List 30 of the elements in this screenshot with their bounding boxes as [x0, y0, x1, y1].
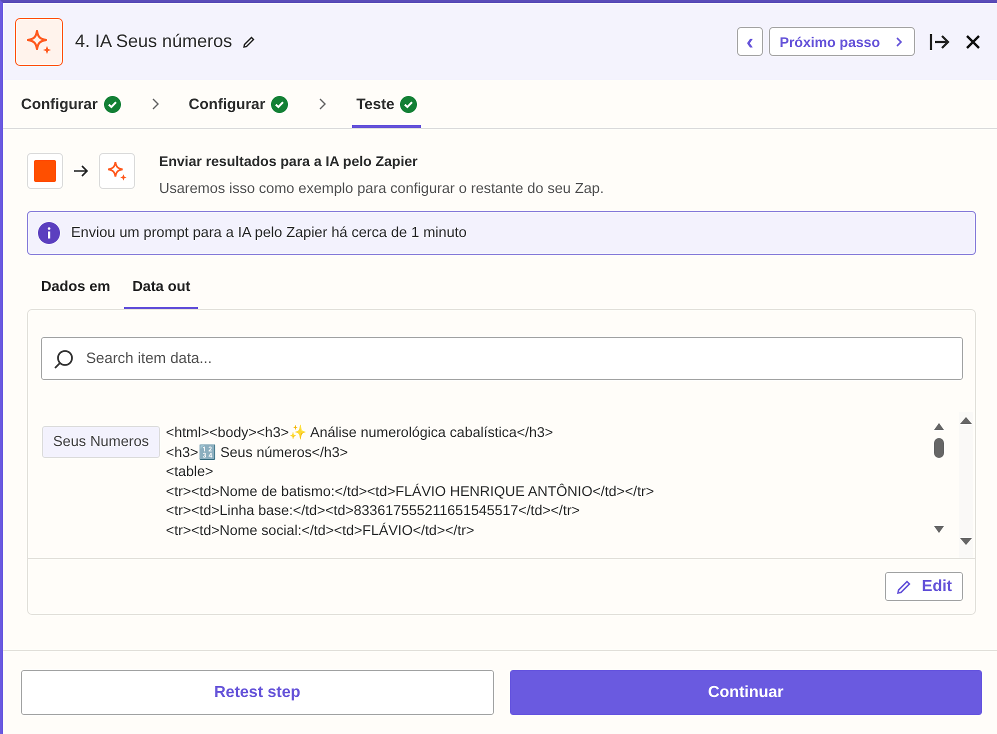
sparkle-app-icon [99, 153, 135, 189]
edit-button[interactable]: Edit [884, 572, 963, 601]
pencil-icon [896, 578, 912, 594]
data-tab[interactable]: Dados em [33, 273, 118, 309]
next-step-button[interactable]: Próximo passo [768, 27, 915, 56]
field-value-text: <html><body><h3>✨ Análise numerológica cabalística</h3> <h3>🔢 Seus números</h3> <table> <tr><td>Nome de batismo:</td><td>FLÁVIO HENRIQUE ANTÔNIO</td></tr> <tr><td>Linha base:</td><td>833617555211651545517</td></tr> <tr><td>Nome social:</td><td>FLÁVIO</td></tr> [166, 424, 656, 541]
app-tile [27, 153, 63, 189]
chevron-icon [318, 98, 326, 110]
close-icon[interactable] [965, 34, 981, 50]
previous-button[interactable]: ‹ [737, 27, 763, 56]
outer-scrollbar[interactable] [959, 412, 973, 558]
sparkle-app-icon [15, 18, 63, 66]
step-tab[interactable]: Teste [352, 80, 422, 128]
search-field[interactable]: Search item data... [41, 337, 963, 380]
retest-button[interactable]: Retest step [21, 670, 494, 715]
chevron-right-icon [894, 36, 904, 48]
continue-button[interactable]: Continuar [510, 670, 982, 715]
pencil-icon[interactable] [242, 34, 256, 48]
trigger-title: Enviar resultados para a IA pelo Zapier [159, 153, 419, 169]
step-tab[interactable]: Configurar [184, 80, 292, 128]
trigger-description: Usaremos isso como exemplo para configurar o restante do seu Zap. [159, 181, 604, 197]
step-title: 4. IA Seus números [75, 31, 232, 52]
collapse-panel-icon[interactable] [929, 32, 951, 52]
info-icon [38, 222, 60, 244]
info-message: Enviou um prompt para a IA pelo Zapier há cerca de 1 minuto [71, 225, 467, 241]
chevron-icon [150, 98, 159, 110]
field-key-label: Seus Numeros [42, 426, 160, 458]
arrow-icon [73, 165, 89, 177]
step-tab[interactable]: Configurar [17, 80, 125, 128]
data-tab[interactable]: Data out [124, 273, 198, 309]
